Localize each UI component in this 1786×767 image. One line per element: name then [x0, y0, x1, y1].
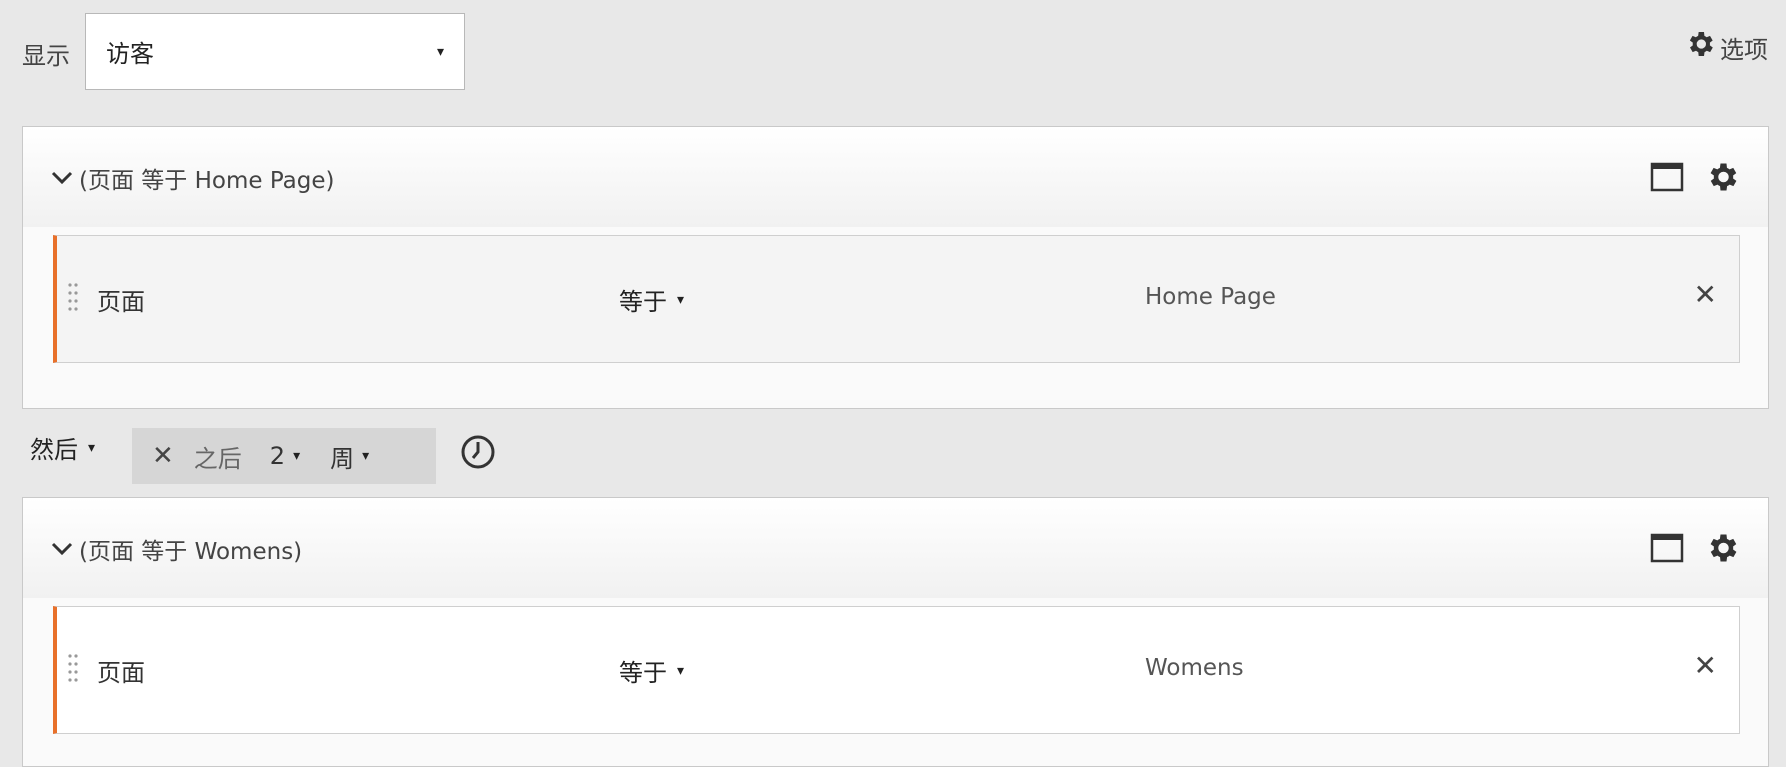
rule-operator-label: 等于: [619, 659, 667, 687]
gear-icon[interactable]: [1704, 530, 1740, 570]
after-label: 之后: [193, 444, 242, 473]
rule-value[interactable]: Womens: [1145, 655, 1244, 681]
then-label: 然后: [30, 436, 78, 464]
show-select[interactable]: 访客 ▾: [85, 13, 465, 90]
unit-dropdown[interactable]: 周 ▾: [330, 439, 369, 474]
options-button[interactable]: 选项: [1684, 28, 1768, 66]
container-title[interactable]: (页面 等于 Home Page): [51, 161, 334, 195]
caret-down-icon: ▾: [362, 448, 370, 464]
caret-down-icon: ▾: [677, 662, 685, 679]
segment-container: (页面 等于 Home Page) 页面 等于 ▾ Home Page ✕: [22, 126, 1769, 409]
time-restriction: ✕ 之后 2 ▾ 周 ▾: [132, 428, 436, 484]
unit-value: 周: [330, 444, 355, 473]
container-title-text: (页面 等于 Home Page): [79, 168, 335, 194]
container-header: (页面 等于 Womens): [23, 498, 1768, 598]
container-header: (页面 等于 Home Page): [23, 127, 1768, 227]
rule-value[interactable]: Home Page: [1145, 284, 1276, 310]
gear-icon: [1684, 28, 1716, 66]
container-title[interactable]: (页面 等于 Womens): [51, 532, 302, 566]
chevron-down-icon[interactable]: [51, 166, 75, 191]
close-icon[interactable]: ✕: [1694, 649, 1717, 682]
count-dropdown[interactable]: 2 ▾: [270, 442, 300, 470]
drag-grip-icon[interactable]: [67, 653, 79, 687]
then-dropdown[interactable]: 然后 ▾: [30, 430, 95, 465]
clock-icon[interactable]: [460, 434, 496, 474]
caret-down-icon: ▾: [293, 448, 301, 464]
rule-field[interactable]: 页面: [97, 653, 145, 688]
window-icon[interactable]: [1650, 533, 1684, 567]
rule-operator-label: 等于: [619, 288, 667, 316]
chevron-down-icon[interactable]: [51, 537, 75, 562]
close-icon[interactable]: ✕: [1694, 278, 1717, 311]
rule-operator[interactable]: 等于 ▾: [619, 653, 684, 688]
caret-down-icon: ▾: [436, 43, 444, 60]
rule-operator[interactable]: 等于 ▾: [619, 282, 684, 317]
container-title-text: (页面 等于 Womens): [79, 539, 303, 565]
container-actions: [1650, 530, 1740, 570]
close-icon[interactable]: ✕: [152, 441, 174, 471]
gear-icon[interactable]: [1704, 159, 1740, 199]
rule-row: 页面 等于 ▾ Home Page ✕: [53, 235, 1740, 363]
caret-down-icon: ▾: [677, 291, 685, 308]
options-label: 选项: [1720, 35, 1768, 64]
rule-row: 页面 等于 ▾ Womens ✕: [53, 606, 1740, 734]
drag-grip-icon[interactable]: [67, 282, 79, 316]
show-label: 显示: [22, 42, 70, 70]
show-select-value: 访客: [106, 40, 154, 68]
window-icon[interactable]: [1650, 162, 1684, 196]
caret-down-icon: ▾: [88, 439, 96, 456]
segment-container: (页面 等于 Womens) 页面 等于 ▾ Womens ✕: [22, 497, 1769, 767]
container-actions: [1650, 159, 1740, 199]
count-value: 2: [269, 442, 286, 470]
rule-field[interactable]: 页面: [97, 282, 145, 317]
